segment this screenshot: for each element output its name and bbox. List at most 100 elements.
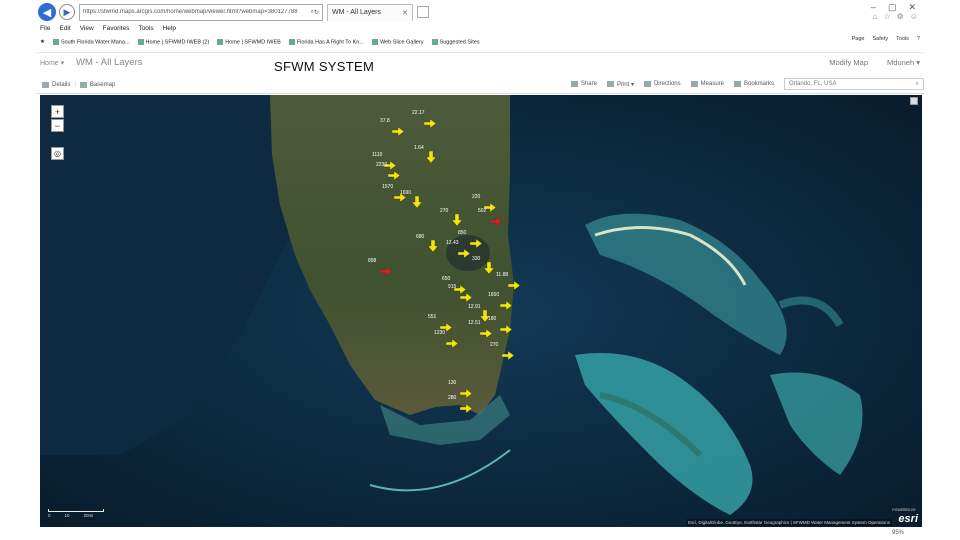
address-bar[interactable]: https://sfwmd.maps.arcgis.com/home/webma… xyxy=(79,3,323,21)
map-view[interactable]: + − ◎ 22.17 37.8 1.64 1110 2230 1570 1690 220 50… xyxy=(40,95,922,527)
favorite-item[interactable]: South Florida Water Mana... xyxy=(52,38,130,45)
command-tools[interactable]: Tools xyxy=(896,36,909,42)
zoom-level[interactable]: 95% xyxy=(892,530,904,536)
marker-label: 898 xyxy=(368,258,377,264)
close-tab-icon[interactable]: ✕ xyxy=(402,9,408,17)
yellow-arrow-marker[interactable] xyxy=(425,150,437,168)
scale-label: 20mi xyxy=(83,513,94,518)
menu-favorites[interactable]: Favorites xyxy=(103,25,130,36)
home-icon[interactable]: ⌂ xyxy=(873,12,878,21)
scale-line xyxy=(48,509,104,512)
yellow-arrow-marker[interactable] xyxy=(451,213,463,231)
favorite-item[interactable]: Suggested Sites xyxy=(431,38,480,45)
status-bar: 95% xyxy=(36,528,924,540)
map-search-value[interactable]: Orlando, FL, USA xyxy=(789,81,836,87)
marker-label: 680 xyxy=(416,234,425,240)
slide-title: SFWM SYSTEM xyxy=(274,59,375,74)
red-arrow-marker[interactable] xyxy=(489,213,503,231)
tab-wm-all-layers[interactable]: WM - All Layers ✕ xyxy=(327,3,413,21)
back-icon[interactable]: ◀ xyxy=(38,3,56,21)
marker-label: 12.91 xyxy=(468,304,481,310)
favorite-item[interactable]: Home | SFWMD IWEB (2) xyxy=(137,38,209,45)
refresh-icon[interactable]: ↻ xyxy=(314,9,319,16)
yellow-arrow-marker[interactable] xyxy=(501,347,515,365)
command-bar: Page Safety Tools ? xyxy=(852,36,920,42)
yellow-arrow-marker[interactable] xyxy=(427,239,439,257)
marker-label: 330 xyxy=(472,256,481,262)
menu-edit[interactable]: Edit xyxy=(59,25,70,36)
yellow-arrow-marker[interactable] xyxy=(483,261,495,279)
marker-label: 1570 xyxy=(382,184,394,190)
site-icon xyxy=(217,38,224,45)
yellow-arrow-marker[interactable] xyxy=(411,195,423,213)
marker-label: 1690 xyxy=(400,190,412,196)
yellow-arrow-marker[interactable] xyxy=(479,325,493,343)
zoom-out-button[interactable]: − xyxy=(51,119,64,132)
help-icon[interactable]: ? xyxy=(917,36,920,42)
marker-label: 11.88 xyxy=(496,272,509,278)
locate-icon[interactable]: ◎ xyxy=(51,147,64,160)
bookmarks-button[interactable]: Bookmarks xyxy=(733,81,774,87)
yellow-arrow-marker[interactable] xyxy=(499,321,513,339)
favorite-item[interactable]: Home | SFWMD IWEB xyxy=(217,38,281,45)
map-attribution: Esri, DigitalGlobe, GeoEye, Earthstar Ge… xyxy=(686,519,892,526)
gear-icon[interactable]: ⚙ xyxy=(897,12,904,21)
forward-icon[interactable]: ▶ xyxy=(59,4,75,20)
scale-label: 10 xyxy=(64,513,70,518)
yellow-arrow-marker[interactable] xyxy=(445,335,459,353)
menu-file[interactable]: File xyxy=(40,25,50,36)
scale-labels: 0 10 20mi xyxy=(48,513,93,518)
toolbar-right: Share Print ▾ Directions Measure Bookmar… xyxy=(570,78,924,90)
expand-icon[interactable] xyxy=(910,97,918,105)
marker-label: 1230 xyxy=(434,330,446,336)
address-text[interactable]: https://sfwmd.maps.arcgis.com/home/webma… xyxy=(83,9,311,15)
marker-label: 270 xyxy=(490,342,499,348)
browser-window: ◀ ▶ https://sfwmd.maps.arcgis.com/home/w… xyxy=(36,0,924,540)
smiley-icon[interactable]: ☺ xyxy=(910,12,918,21)
new-tab-button[interactable] xyxy=(417,6,429,18)
zoom-in-button[interactable]: + xyxy=(51,105,64,118)
marker-label: 180 xyxy=(488,316,497,322)
yellow-arrow-marker[interactable] xyxy=(391,123,405,141)
esri-logo[interactable]: esri xyxy=(898,513,918,525)
basemap-icon xyxy=(79,81,87,88)
yellow-arrow-marker[interactable] xyxy=(499,297,513,315)
yellow-arrow-marker[interactable] xyxy=(459,400,473,418)
command-safety[interactable]: Safety xyxy=(873,36,889,42)
yellow-arrow-marker[interactable] xyxy=(507,277,521,295)
menu-tools[interactable]: Tools xyxy=(138,25,153,36)
user-menu[interactable]: Mduneh ▾ xyxy=(887,58,920,67)
yellow-arrow-marker[interactable] xyxy=(423,115,437,133)
star-icon[interactable]: ☆ xyxy=(883,12,890,21)
favorites-star-icon[interactable]: ★ xyxy=(40,39,45,45)
title-bar: ◀ ▶ https://sfwmd.maps.arcgis.com/home/w… xyxy=(36,0,924,24)
favorite-item[interactable]: Web Slice Gallery xyxy=(371,38,424,45)
tab-label: WM - All Layers xyxy=(332,9,382,16)
red-arrow-marker[interactable] xyxy=(379,263,393,281)
powered-by-label: POWERED BY xyxy=(892,508,916,512)
home-menu[interactable]: Home ▾ xyxy=(40,59,64,67)
basemap-button[interactable]: Basemap xyxy=(79,81,115,88)
measure-icon xyxy=(690,81,698,87)
modify-map-link[interactable]: Modify Map xyxy=(829,58,868,67)
yellow-arrow-marker[interactable] xyxy=(469,235,483,253)
marker-label: 130 xyxy=(448,380,457,386)
measure-button[interactable]: Measure xyxy=(690,81,724,87)
menu-bar: File Edit View Favorites Tools Help xyxy=(40,25,176,36)
marker-label: 37.8 xyxy=(380,118,390,124)
marker-label: 850 xyxy=(458,230,467,236)
map-search-input[interactable]: Orlando, FL, USA ⌕ xyxy=(784,78,924,90)
favorite-item[interactable]: Florida Has A Right To Kn... xyxy=(288,38,364,45)
share-button[interactable]: Share xyxy=(570,81,597,87)
search-icon[interactable]: ⌕ xyxy=(916,81,919,88)
menu-view[interactable]: View xyxy=(80,25,94,36)
yellow-arrow-marker[interactable] xyxy=(457,245,471,263)
directions-button[interactable]: Directions xyxy=(643,81,681,87)
yellow-arrow-marker[interactable] xyxy=(387,167,401,185)
marker-label: 280 xyxy=(448,395,457,401)
menu-help[interactable]: Help xyxy=(163,25,176,36)
command-page[interactable]: Page xyxy=(852,36,865,42)
share-icon xyxy=(570,81,578,87)
details-button[interactable]: Details xyxy=(42,81,70,88)
print-button[interactable]: Print ▾ xyxy=(606,81,634,88)
